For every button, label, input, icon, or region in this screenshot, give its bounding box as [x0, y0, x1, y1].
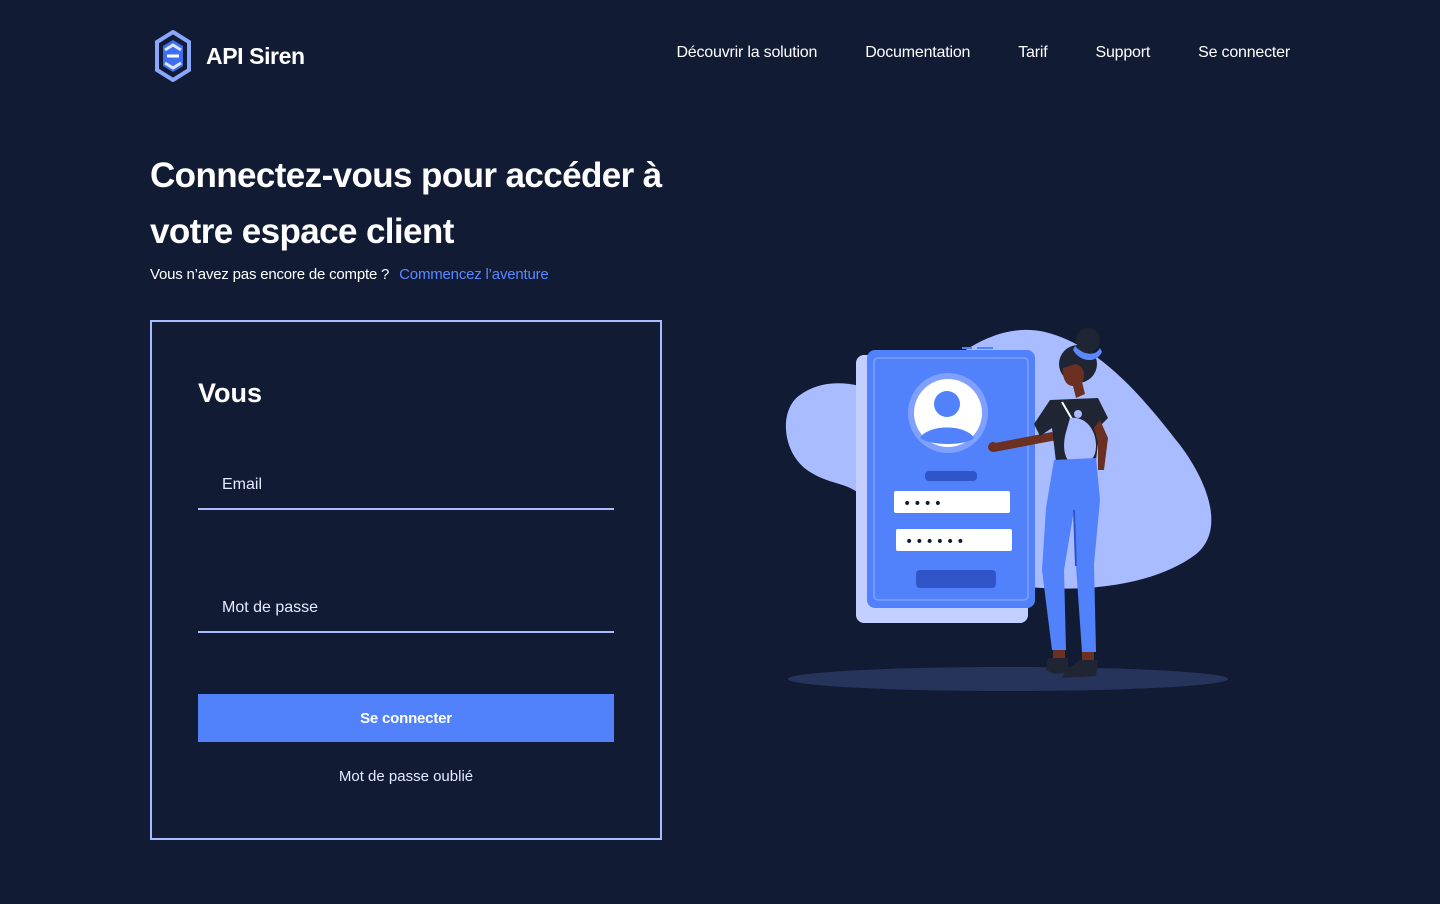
email-field[interactable]	[198, 456, 614, 508]
password-field-wrapper	[198, 579, 614, 633]
forgot-password-link[interactable]: Mot de passe oublié	[198, 768, 614, 785]
brand-logo[interactable]: API Siren	[154, 30, 305, 82]
page-title: Connectez-vous pour accéder à votre espa…	[150, 156, 662, 251]
nav-item-se-connecter[interactable]: Se connecter	[1198, 44, 1290, 62]
login-illustration-graphic: •••• ••••••	[785, 328, 1228, 691]
nav-item-decouvrir[interactable]: Découvrir la solution	[676, 44, 817, 62]
nav-item-documentation[interactable]: Documentation	[865, 44, 970, 62]
login-card-title: Vous	[198, 378, 263, 408]
login-page: API Siren Découvrir la solution Document…	[0, 0, 1440, 904]
signup-prompt: Vous n’avez pas encore de compte ? Comme…	[150, 266, 549, 283]
masked-input-2: ••••••	[905, 534, 967, 550]
login-card: Vous Se connecter Mot de passe oublié	[150, 320, 662, 840]
api-siren-logo-icon	[154, 30, 192, 82]
site-header: API Siren Découvrir la solution Document…	[150, 28, 1290, 84]
signup-prompt-text: Vous n’avez pas encore de compte ?	[150, 266, 390, 283]
login-illustration: •••• ••••••	[770, 320, 1250, 710]
signup-link[interactable]: Commencez l’aventure	[399, 266, 549, 283]
nav-item-support[interactable]: Support	[1095, 44, 1150, 62]
password-field[interactable]	[198, 579, 614, 631]
email-field-wrapper	[198, 456, 614, 510]
masked-input-1: ••••	[903, 496, 944, 512]
main-nav: Découvrir la solution Documentation Tari…	[676, 44, 1290, 62]
brand-name: API Siren	[206, 42, 305, 69]
login-button[interactable]: Se connecter	[198, 694, 614, 742]
nav-item-tarif[interactable]: Tarif	[1018, 44, 1047, 62]
